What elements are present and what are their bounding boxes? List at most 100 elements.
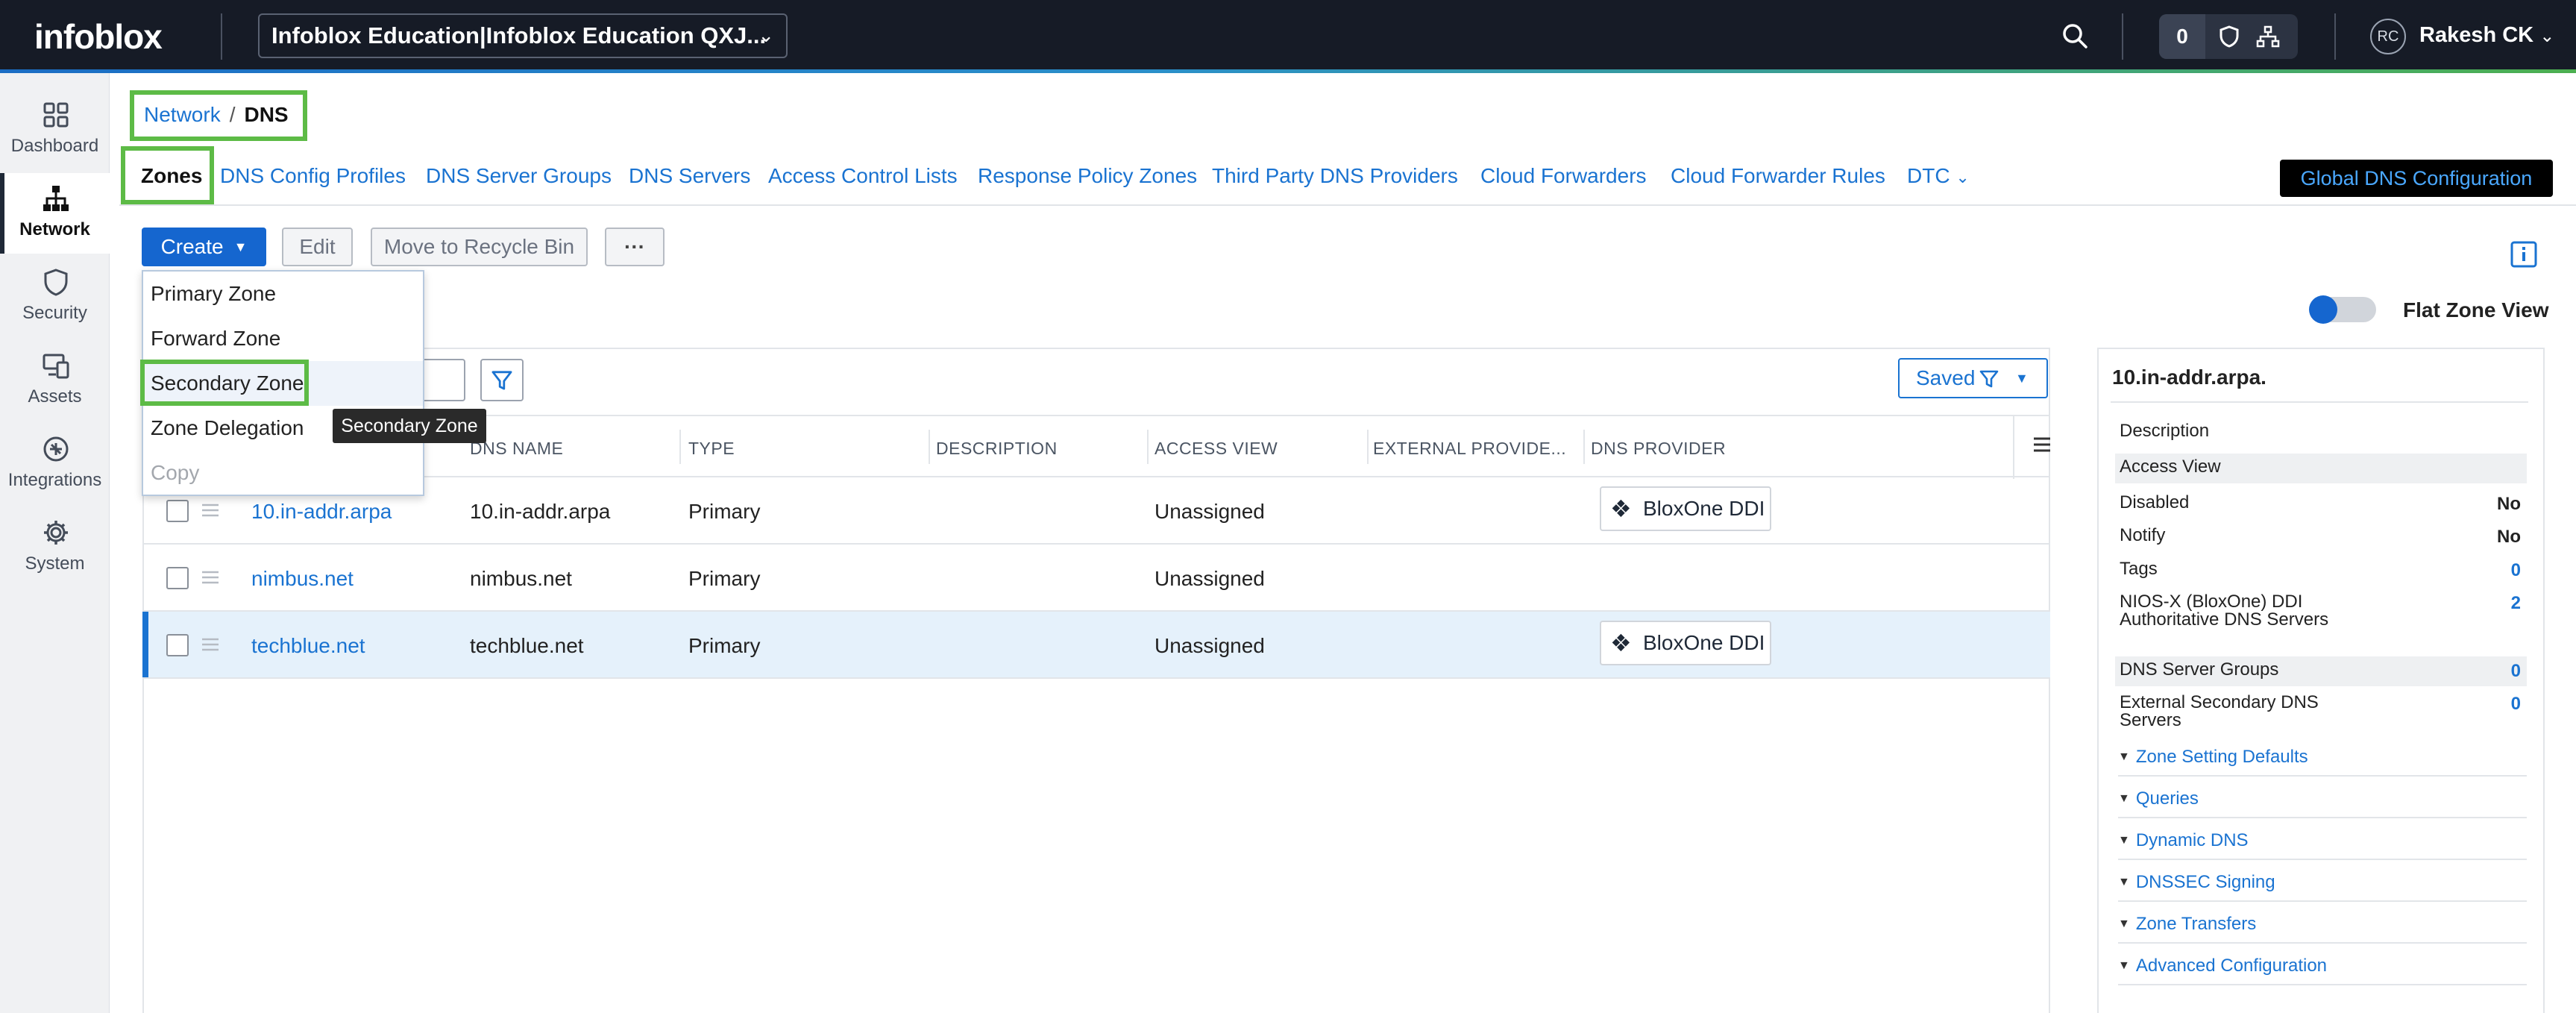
- caret-down-icon: ▼: [2118, 792, 2130, 805]
- drag-handle-icon[interactable]: [201, 501, 220, 519]
- row-checkbox[interactable]: [166, 634, 189, 656]
- highlight-secondary-zone: [140, 360, 309, 406]
- tab-third-party-dns-providers[interactable]: Third Party DNS Providers: [1212, 164, 1458, 188]
- section-label: Zone Setting Defaults: [2135, 747, 2308, 767]
- dns-provider-label: BloxOne DDI: [1643, 631, 1765, 654]
- property-value[interactable]: 0: [2511, 560, 2521, 581]
- avatar[interactable]: RC: [2370, 19, 2406, 54]
- edit-button[interactable]: Edit: [282, 228, 353, 266]
- access-view-cell: Unassigned: [1155, 500, 1265, 523]
- info-icon[interactable]: [2510, 241, 2537, 268]
- chevron-down-icon: ⌄: [1955, 168, 1970, 186]
- section-label: Zone Transfers: [2135, 914, 2257, 934]
- breadcrumb-current: DNS: [244, 103, 289, 126]
- column-header-description[interactable]: DESCRIPTION: [936, 439, 1058, 459]
- tab-response-policy-zones[interactable]: Response Policy Zones: [978, 164, 1197, 188]
- column-header-dns-provider[interactable]: DNS PROVIDER: [1591, 439, 1726, 459]
- breadcrumb: Network / DNS: [144, 103, 289, 127]
- section-label: DNSSEC Signing: [2135, 872, 2275, 892]
- saved-filters-button[interactable]: Saved ▼: [1898, 358, 2048, 398]
- dns-name-cell: techblue.net: [470, 634, 584, 657]
- network-icon[interactable]: [2256, 25, 2280, 48]
- column-divider[interactable]: [929, 430, 930, 464]
- section-dnssec-signing[interactable]: ▼ DNSSEC Signing: [2118, 872, 2527, 902]
- property-value[interactable]: 2: [2511, 593, 2521, 614]
- column-divider[interactable]: [1367, 430, 1369, 464]
- table-row[interactable]: nimbus.net nimbus.net Primary Unassigned: [144, 545, 2050, 612]
- caret-down-icon: ▼: [2118, 918, 2130, 930]
- column-menu-icon[interactable]: [2032, 434, 2052, 455]
- flat-zone-view-toggle[interactable]: [2309, 295, 2376, 324]
- global-dns-configuration-button[interactable]: Global DNS Configuration: [2280, 160, 2553, 197]
- column-divider[interactable]: [679, 430, 681, 464]
- tab-dns-config-profiles[interactable]: DNS Config Profiles: [220, 164, 406, 188]
- infoblox-logo[interactable]: infoblox: [34, 16, 163, 57]
- more-actions-button[interactable]: ···: [605, 228, 665, 266]
- notifications-pill[interactable]: 0: [2159, 14, 2298, 59]
- flat-zone-view-label: Flat Zone View: [2403, 298, 2549, 322]
- column-header-type[interactable]: TYPE: [688, 439, 735, 459]
- tab-access-control-lists[interactable]: Access Control Lists: [768, 164, 958, 188]
- property-label: DNS Server Groups: [2120, 659, 2279, 680]
- shield-icon[interactable]: [2217, 25, 2241, 48]
- row-checkbox[interactable]: [166, 500, 189, 522]
- account-selector[interactable]: Infoblox Education|Infoblox Education QX…: [258, 13, 788, 58]
- drag-handle-icon[interactable]: [201, 636, 220, 653]
- zone-name-link[interactable]: techblue.net: [251, 634, 365, 658]
- user-menu[interactable]: Rakesh CK ⌄: [2419, 23, 2554, 48]
- integrations-icon: [43, 436, 69, 462]
- column-divider[interactable]: [1147, 430, 1149, 464]
- nav-item-network[interactable]: Network: [0, 173, 110, 254]
- table-row[interactable]: techblue.net techblue.net Primary Unassi…: [142, 612, 2050, 679]
- property-value[interactable]: 0: [2511, 694, 2521, 715]
- tab-zones[interactable]: Zones: [141, 164, 202, 188]
- zone-name-link[interactable]: 10.in-addr.arpa: [251, 500, 392, 524]
- account-selector-label: Infoblox Education|Infoblox Education QX…: [271, 22, 767, 48]
- menu-item-forward-zone[interactable]: Forward Zone: [143, 316, 423, 361]
- breadcrumb-network-link[interactable]: Network: [144, 103, 221, 126]
- property-authoritative-dns-servers: NIOS-X (BloxOne) DDI Authoritative DNS S…: [2115, 589, 2527, 650]
- section-zone-transfers[interactable]: ▼ Zone Transfers: [2118, 914, 2527, 944]
- create-button[interactable]: Create ▼: [142, 228, 266, 266]
- column-header-external-provider[interactable]: EXTERNAL PROVIDE...: [1373, 439, 1566, 459]
- divider: [221, 13, 222, 60]
- brand-accent-bar: [0, 69, 2576, 73]
- tab-dtc[interactable]: DTC ⌄: [1907, 164, 1970, 188]
- move-to-recycle-bin-button[interactable]: Move to Recycle Bin: [371, 228, 588, 266]
- filter-button[interactable]: [480, 359, 524, 401]
- nav-item-security[interactable]: Security: [0, 257, 110, 337]
- dns-provider-label: BloxOne DDI: [1643, 497, 1765, 520]
- type-cell: Primary: [688, 500, 761, 523]
- section-advanced-configuration[interactable]: ▼ Advanced Configuration: [2118, 956, 2527, 985]
- nav-item-dashboard[interactable]: Dashboard: [0, 90, 110, 170]
- tab-cloud-forwarder-rules[interactable]: Cloud Forwarder Rules: [1671, 164, 1885, 188]
- tab-dns-servers[interactable]: DNS Servers: [629, 164, 750, 188]
- section-dynamic-dns[interactable]: ▼ Dynamic DNS: [2118, 830, 2527, 860]
- tooltip: Secondary Zone: [333, 409, 486, 443]
- section-zone-setting-defaults[interactable]: ▼ Zone Setting Defaults: [2118, 747, 2527, 777]
- tab-cloud-forwarders[interactable]: Cloud Forwarders: [1480, 164, 1647, 188]
- column-header-access-view[interactable]: ACCESS VIEW: [1155, 439, 1278, 459]
- row-checkbox[interactable]: [166, 567, 189, 589]
- divider: [2122, 13, 2123, 60]
- section-queries[interactable]: ▼ Queries: [2118, 788, 2527, 818]
- property-value: No: [2497, 527, 2521, 547]
- property-label: External Secondary DNS Servers: [2120, 692, 2319, 730]
- property-disabled: Disabled No: [2115, 489, 2527, 519]
- caret-down-icon: ▼: [233, 239, 248, 254]
- nav-label-integrations: Integrations: [7, 470, 102, 490]
- property-external-secondary-dns-servers: External Secondary DNS Servers 0: [2115, 689, 2527, 736]
- zone-name-link[interactable]: nimbus.net: [251, 567, 354, 591]
- tab-dns-server-groups[interactable]: DNS Server Groups: [426, 164, 612, 188]
- table-row[interactable]: 10.in-addr.arpa 10.in-addr.arpa Primary …: [144, 477, 2050, 545]
- section-label: Advanced Configuration: [2135, 956, 2328, 976]
- drag-handle-icon[interactable]: [201, 568, 220, 586]
- app-root: infoblox Infoblox Education|Infoblox Edu…: [0, 0, 2576, 1013]
- nav-item-assets[interactable]: Assets: [0, 340, 110, 421]
- search-icon[interactable]: [2060, 21, 2090, 51]
- nav-item-system[interactable]: System: [0, 507, 110, 588]
- menu-item-primary-zone[interactable]: Primary Zone: [143, 272, 423, 316]
- nav-item-integrations[interactable]: Integrations: [0, 424, 110, 504]
- column-divider[interactable]: [1583, 430, 1585, 464]
- property-value[interactable]: 0: [2511, 661, 2521, 682]
